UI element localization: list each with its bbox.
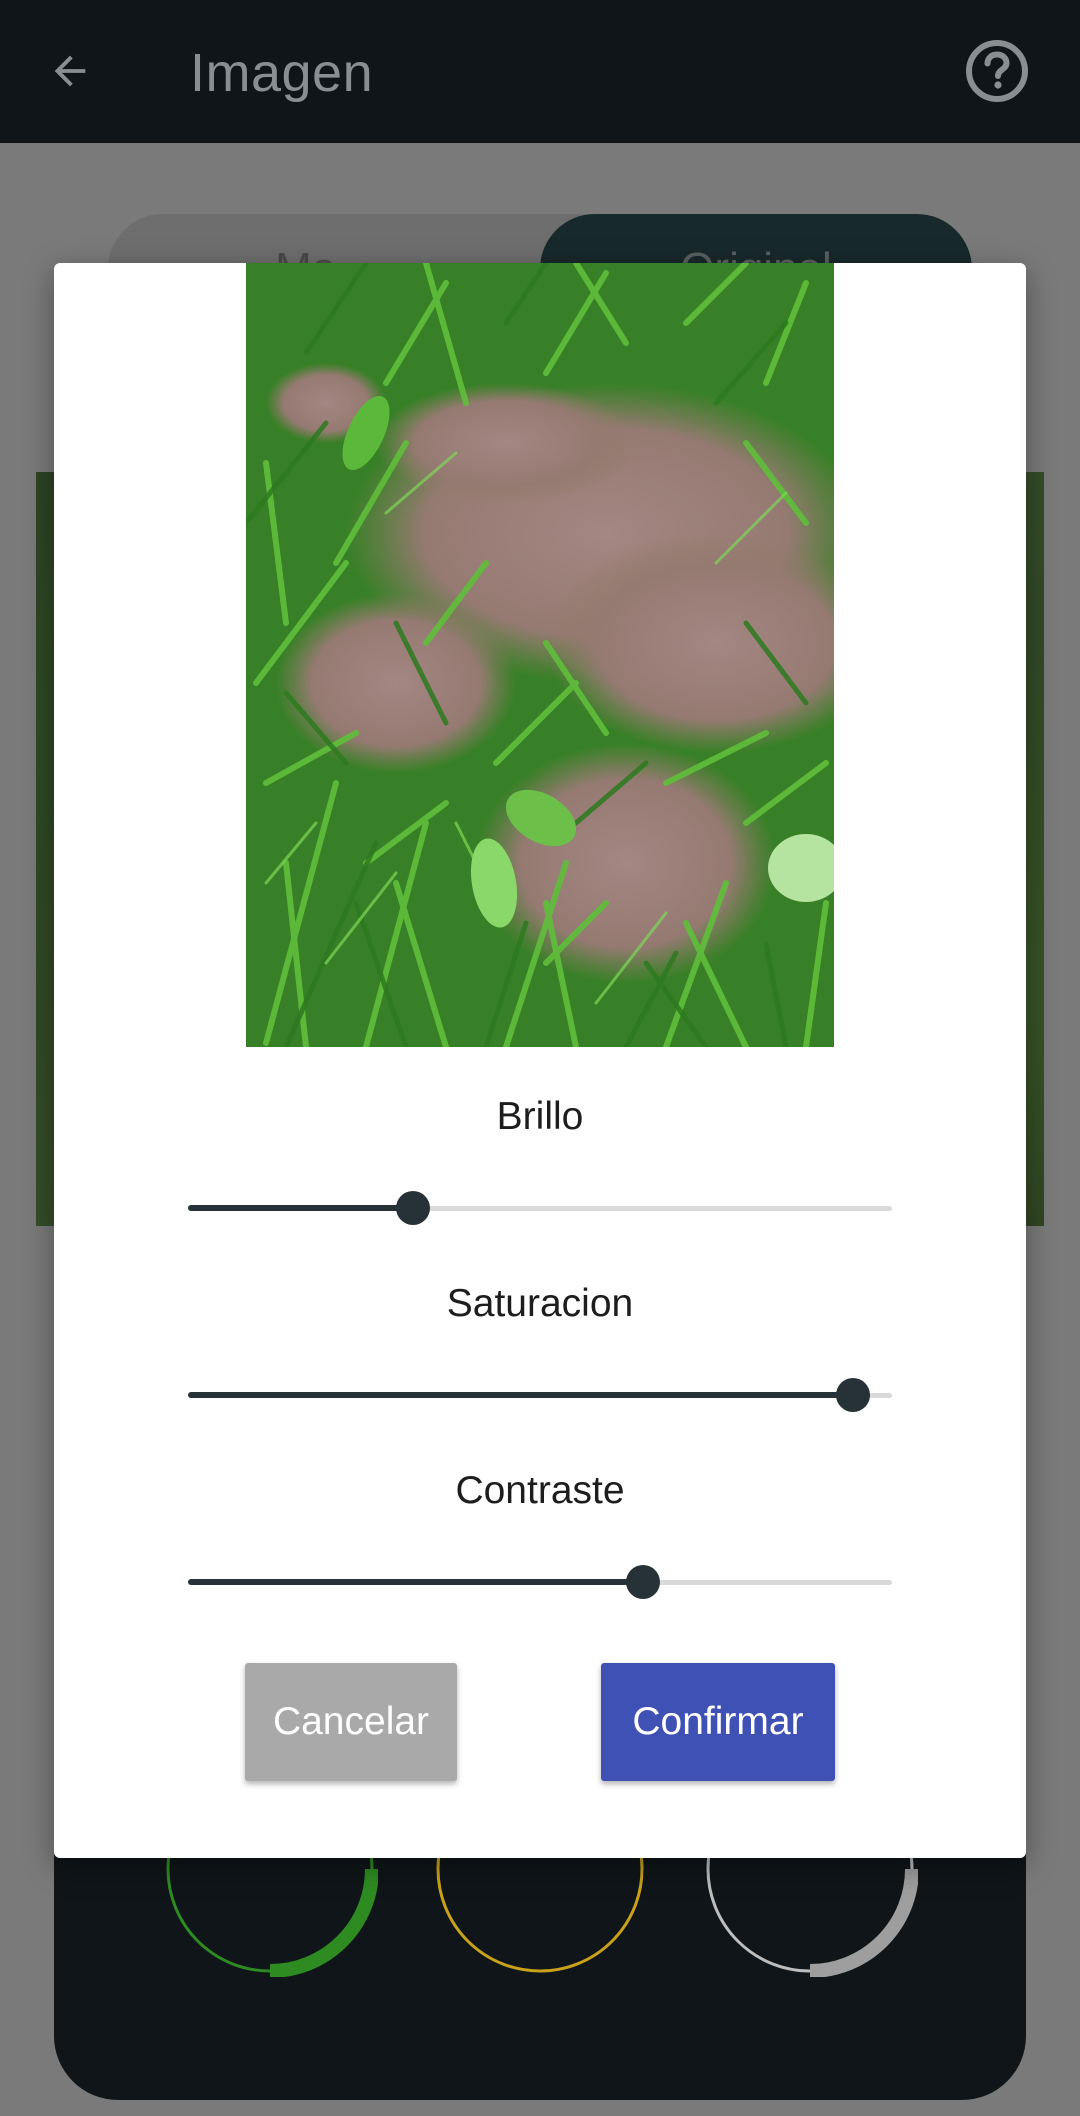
- saturation-slider[interactable]: [188, 1375, 892, 1415]
- slider-thumb[interactable]: [836, 1378, 870, 1412]
- back-button[interactable]: [40, 36, 100, 106]
- image-adjust-dialog: Brillo Saturacion Contraste Cancelar Con…: [54, 263, 1026, 1858]
- slider-fill: [188, 1205, 413, 1211]
- contrast-slider[interactable]: [188, 1562, 892, 1602]
- help-button[interactable]: [962, 36, 1032, 106]
- brightness-label: Brillo: [496, 1095, 584, 1138]
- arrow-back-icon: [54, 55, 86, 87]
- cancel-button[interactable]: Cancelar: [245, 1663, 457, 1781]
- slider-thumb[interactable]: [626, 1565, 660, 1599]
- grass-photo: [246, 263, 834, 1047]
- image-preview: [246, 263, 834, 1047]
- confirm-button[interactable]: Confirmar: [601, 1663, 835, 1781]
- app-bar: Imagen: [0, 0, 1080, 143]
- brightness-slider[interactable]: [188, 1188, 892, 1228]
- slider-fill: [188, 1579, 643, 1585]
- slider-thumb[interactable]: [396, 1191, 430, 1225]
- help-circle-icon: [966, 40, 1028, 102]
- slider-fill: [188, 1392, 853, 1398]
- page-title: Imagen: [190, 43, 374, 103]
- saturation-label: Saturacion: [446, 1282, 634, 1325]
- contrast-label: Contraste: [455, 1469, 625, 1512]
